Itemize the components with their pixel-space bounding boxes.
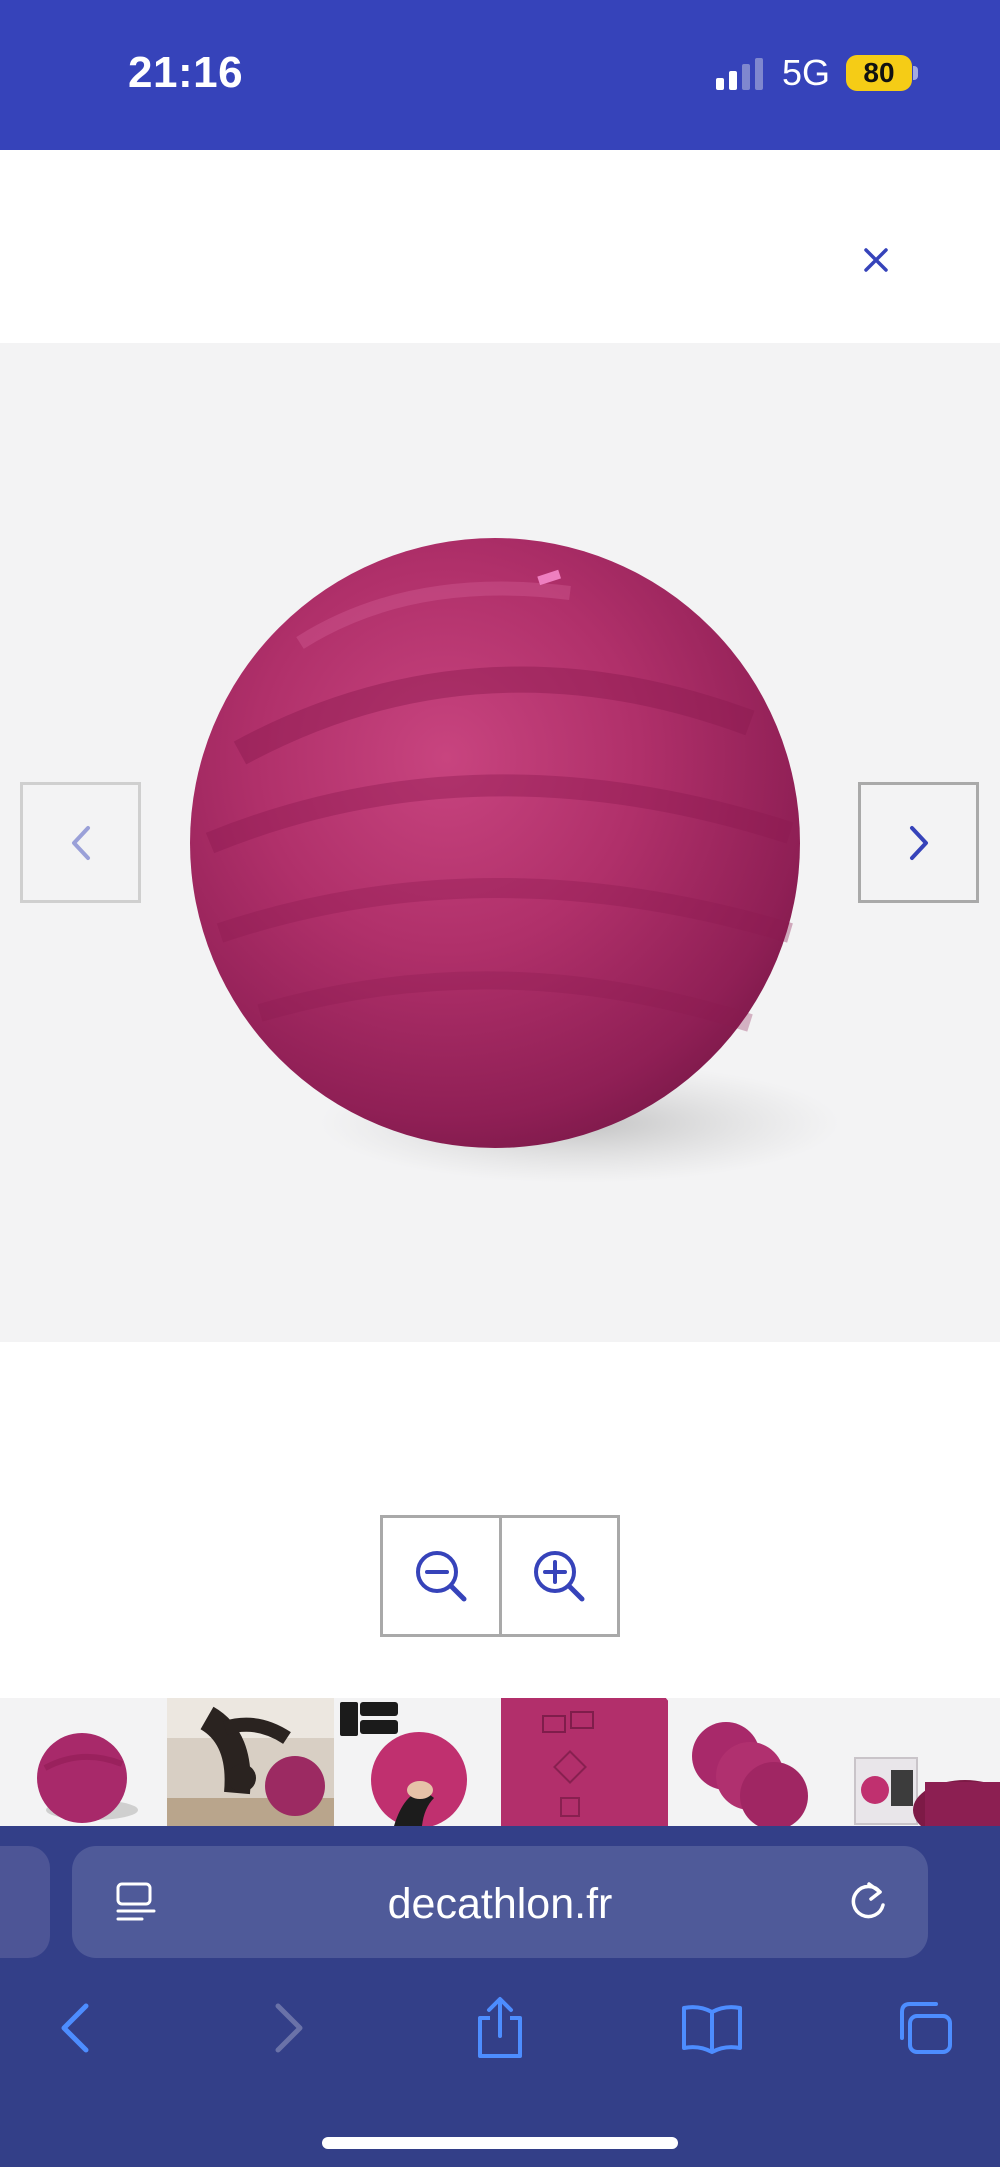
forward-button[interactable] xyxy=(250,1990,330,2066)
forward-icon xyxy=(275,2003,303,2053)
share-button[interactable] xyxy=(460,1990,540,2066)
thumbnail-6[interactable] xyxy=(835,1698,1000,1826)
network-type: 5G xyxy=(782,52,831,93)
thumbnail-3[interactable] xyxy=(334,1698,501,1826)
next-image-button[interactable] xyxy=(858,782,979,903)
zoom-out-button[interactable] xyxy=(383,1518,499,1634)
zoom-out-icon xyxy=(415,1551,467,1602)
previous-image-button[interactable] xyxy=(20,782,141,903)
bookmarks-button[interactable] xyxy=(672,1990,752,2066)
reload-icon[interactable] xyxy=(846,1878,890,1924)
back-button[interactable] xyxy=(34,1990,114,2066)
chevron-left-icon xyxy=(71,825,90,860)
address-bar[interactable]: decathlon.fr xyxy=(72,1846,928,1958)
url-text: decathlon.fr xyxy=(387,1880,613,1928)
thumbnail-5[interactable] xyxy=(668,1698,835,1826)
image-viewer xyxy=(0,343,1000,1342)
close-icon xyxy=(864,248,888,272)
thumbnail-4[interactable] xyxy=(501,1698,668,1826)
thumbnail-strip xyxy=(0,1698,1000,1826)
close-button[interactable] xyxy=(852,236,900,284)
chevron-right-icon xyxy=(909,825,928,860)
browser-chrome: decathlon.fr xyxy=(0,1826,1000,2167)
tabs-button[interactable] xyxy=(884,1990,964,2066)
bookmarks-icon xyxy=(682,2005,742,2054)
viewer-header xyxy=(0,150,1000,343)
status-bar: 21:16 5G 80 xyxy=(0,0,1000,150)
zoom-controls xyxy=(380,1515,620,1637)
tabs-icon xyxy=(900,2002,952,2054)
signal-icon xyxy=(716,58,763,90)
thumbnail-2[interactable] xyxy=(167,1698,334,1826)
browser-toolbar xyxy=(0,1990,1000,2066)
back-icon xyxy=(61,2003,89,2053)
home-indicator[interactable] xyxy=(322,2137,678,2149)
battery-indicator: 80 xyxy=(846,55,912,91)
battery-tip xyxy=(913,66,918,80)
status-time: 21:16 xyxy=(128,48,244,97)
product-image[interactable] xyxy=(150,513,850,1193)
previous-tab-preview[interactable] xyxy=(0,1846,50,1958)
thumbnail-1[interactable] xyxy=(0,1698,167,1826)
zoom-in-button[interactable] xyxy=(498,1518,618,1634)
share-icon xyxy=(478,1997,522,2058)
zoom-in-icon xyxy=(534,1551,585,1602)
